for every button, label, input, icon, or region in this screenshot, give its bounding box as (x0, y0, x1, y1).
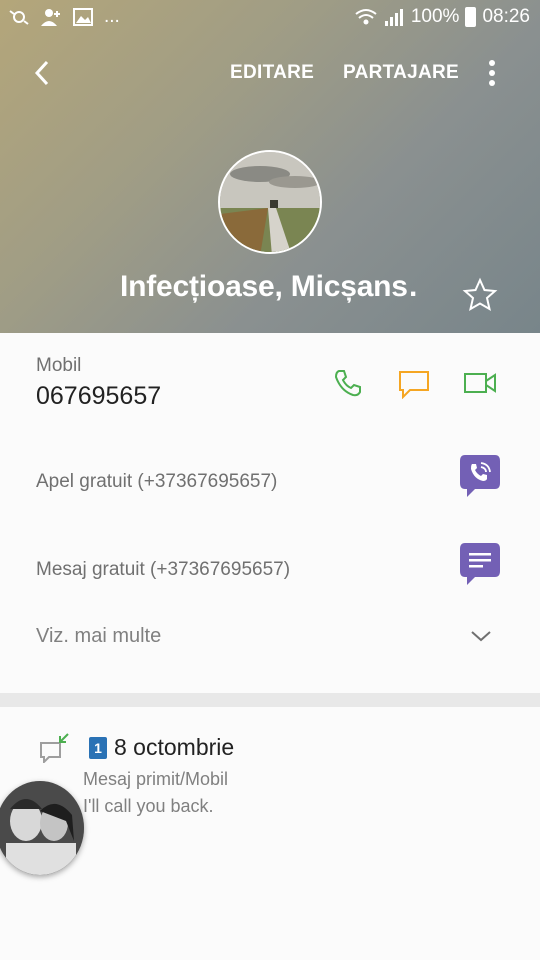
edit-button[interactable]: EDITARE (230, 62, 314, 84)
viber-call-icon[interactable] (459, 453, 501, 499)
more-vert-icon[interactable] (480, 58, 504, 88)
back-icon[interactable] (26, 56, 60, 90)
signal-icon (384, 9, 403, 26)
status-bar: ... 100% 08:26 (0, 0, 540, 36)
history-message[interactable]: I'll call you back. (83, 796, 214, 817)
phone-number[interactable]: 067695657 (36, 382, 161, 411)
contact-details-card: Mobil 067695657 Apel gratuit (+373676956… (0, 333, 540, 693)
sim-badge: 1 (89, 737, 107, 759)
see-more-button[interactable]: Viz. mai multe (36, 625, 161, 648)
video-call-icon[interactable] (463, 370, 497, 396)
landscape-photo (220, 152, 320, 252)
section-divider (0, 693, 540, 707)
battery-icon (465, 7, 477, 27)
couple-photo (0, 781, 84, 875)
image-icon (73, 8, 93, 26)
share-button[interactable]: PARTAJARE (343, 62, 459, 84)
status-more: ... (104, 6, 120, 27)
call-icon[interactable] (333, 368, 363, 398)
favorite-star-icon[interactable] (462, 277, 498, 313)
chevron-down-icon[interactable] (470, 627, 492, 645)
history-type: Mesaj primit/Mobil (83, 769, 229, 789)
viber-message-label[interactable]: Mesaj gratuit (+37367695657) (36, 559, 290, 581)
contact-name: Infecțioase, Micșans… (120, 270, 420, 303)
incoming-message-icon (40, 733, 69, 763)
sync-icon (9, 10, 29, 25)
viber-message-icon[interactable] (459, 541, 501, 587)
toolbar: EDITARE PARTAJARE (0, 50, 540, 96)
viber-call-label[interactable]: Apel gratuit (+37367695657) (36, 471, 277, 493)
contact-photo[interactable] (218, 150, 322, 254)
clock: 08:26 (482, 6, 530, 27)
phone-type-label: Mobil (36, 355, 82, 376)
message-icon[interactable] (398, 369, 430, 399)
battery-percent: 100% (410, 6, 460, 27)
wifi-icon (355, 9, 377, 25)
floating-chat-head-avatar[interactable] (0, 781, 84, 875)
add-contact-icon (41, 9, 60, 26)
contact-header: ... 100% 08:26 EDITARE PARTAJARE Infecți… (0, 0, 540, 333)
history-date: 8 octombrie (114, 734, 235, 760)
